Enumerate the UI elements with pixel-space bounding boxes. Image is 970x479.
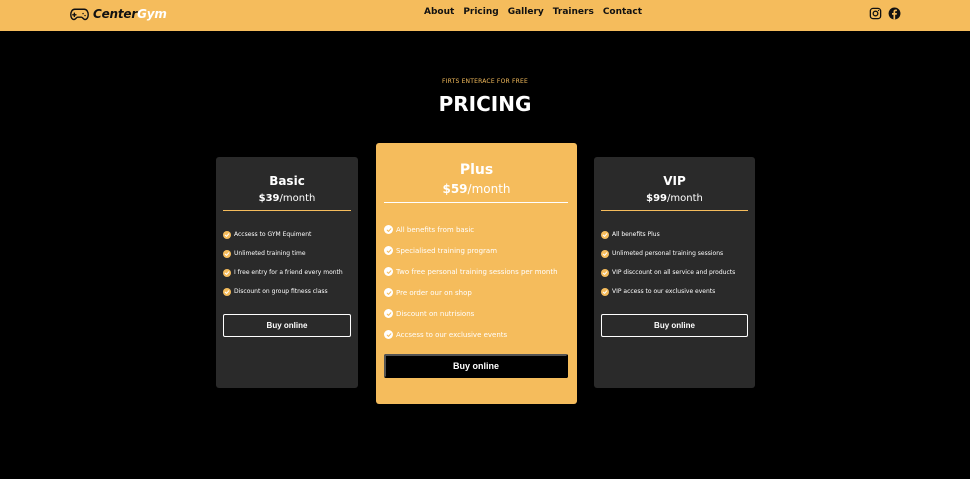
plan-name: Plus xyxy=(459,162,494,178)
brand-name-dark: Center xyxy=(93,7,138,21)
feature-text: Accsess to GYM Equiment xyxy=(234,231,312,238)
price-period: /month xyxy=(467,182,511,196)
check-icon xyxy=(384,330,393,339)
check-icon xyxy=(601,268,609,277)
check-icon xyxy=(384,267,393,276)
feature-item: All benefits Plus xyxy=(601,225,751,244)
feature-text: Unlimeted personal training sessions xyxy=(612,250,724,257)
feature-list: All benefits Plus Unlimeted personal tra… xyxy=(601,225,751,301)
check-icon xyxy=(601,230,609,239)
nav-links: About Pricing Gallery Trainers Contact xyxy=(424,7,642,17)
facebook-icon[interactable] xyxy=(888,7,901,20)
feature-item: Unlimeted training time xyxy=(223,244,354,263)
feature-item: Discount on group fitness class xyxy=(223,282,354,301)
check-icon xyxy=(601,249,609,258)
plan-card-plus: Plus $59/month All benefits from basic S… xyxy=(376,143,577,404)
nav-link-about[interactable]: About xyxy=(424,7,454,17)
plan-price: $99/month xyxy=(594,193,755,204)
check-icon xyxy=(384,225,393,234)
buy-online-button-plus[interactable]: Buy online xyxy=(384,354,568,378)
price-amount: $59 xyxy=(442,182,468,196)
feature-text: VIP access to our exclusive events xyxy=(612,288,716,295)
check-icon xyxy=(223,268,231,277)
feature-item: VIP access to our exclusive events xyxy=(601,282,751,301)
check-icon xyxy=(601,287,609,296)
price-amount: $99 xyxy=(646,193,668,204)
nav-link-pricing[interactable]: Pricing xyxy=(463,7,498,17)
plan-name: VIP xyxy=(663,174,686,188)
pricing-eyebrow: FIRTS ENTERACE FOR FREE xyxy=(442,78,528,85)
feature-text: All benefits Plus xyxy=(612,231,660,238)
feature-text: Discount on nutrisions xyxy=(396,309,475,318)
check-icon xyxy=(384,288,393,297)
plan-name: Basic xyxy=(269,174,305,188)
brand-name: CenterGym xyxy=(93,7,167,21)
feature-list: Accsess to GYM Equiment Unlimeted traini… xyxy=(223,225,354,301)
feature-text: Unlimeted training time xyxy=(234,250,306,257)
feature-item: Unlimeted personal training sessions xyxy=(601,244,751,263)
feature-item: Specialised training program xyxy=(384,240,573,261)
plan-price: $39/month xyxy=(216,193,358,204)
plan-price: $59/month xyxy=(376,182,577,196)
nav-link-trainers[interactable]: Trainers xyxy=(553,7,594,17)
feature-text: All benefits from basic xyxy=(396,225,475,234)
gamepad-icon xyxy=(70,8,89,21)
feature-list: All benefits from basic Specialised trai… xyxy=(384,219,573,345)
feature-text: Accsess to our exclusive events xyxy=(396,330,508,339)
feature-item: VIP disccount on all service and product… xyxy=(601,263,751,282)
check-icon xyxy=(223,230,231,239)
price-divider xyxy=(223,210,351,211)
price-period: /month xyxy=(667,193,703,204)
feature-item: Pre order our on shop xyxy=(384,282,573,303)
feature-item: Accsess to our exclusive events xyxy=(384,324,573,345)
feature-item: Discount on nutrisions xyxy=(384,303,573,324)
price-divider xyxy=(384,202,568,203)
check-icon xyxy=(384,246,393,255)
instagram-icon[interactable] xyxy=(869,7,882,20)
buy-online-button-vip[interactable]: Buy online xyxy=(601,314,748,337)
feature-text: VIP disccount on all service and product… xyxy=(612,269,736,276)
plan-card-basic: Basic $39/month Accsess to GYM Equiment … xyxy=(216,157,358,388)
feature-text: Two free personal training sessions per … xyxy=(396,267,558,276)
feature-text: Discount on group fitness class xyxy=(234,288,328,295)
nav-link-gallery[interactable]: Gallery xyxy=(508,7,544,17)
brand-logo[interactable]: CenterGym xyxy=(70,6,167,22)
price-period: /month xyxy=(279,193,316,204)
feature-text: I free entry for a friend every month xyxy=(234,269,343,276)
plan-card-vip: VIP $99/month All benefits Plus Unlimete… xyxy=(594,157,755,388)
pricing-title: PRICING xyxy=(438,92,532,116)
feature-item: Two free personal training sessions per … xyxy=(384,261,573,282)
feature-text: Specialised training program xyxy=(396,246,498,255)
feature-item: I free entry for a friend every month xyxy=(223,263,354,282)
check-icon xyxy=(384,309,393,318)
check-icon xyxy=(223,287,231,296)
social-links xyxy=(869,7,901,20)
feature-text: Pre order our on shop xyxy=(396,288,472,297)
price-amount: $39 xyxy=(258,193,280,204)
navbar: CenterGym About Pricing Gallery Trainers… xyxy=(0,0,970,31)
check-icon xyxy=(223,249,231,258)
buy-online-button-basic[interactable]: Buy online xyxy=(223,314,351,337)
feature-item: Accsess to GYM Equiment xyxy=(223,225,354,244)
nav-link-contact[interactable]: Contact xyxy=(603,7,642,17)
feature-item: All benefits from basic xyxy=(384,219,573,240)
brand-name-accent: Gym xyxy=(137,7,167,21)
price-divider xyxy=(601,210,748,211)
